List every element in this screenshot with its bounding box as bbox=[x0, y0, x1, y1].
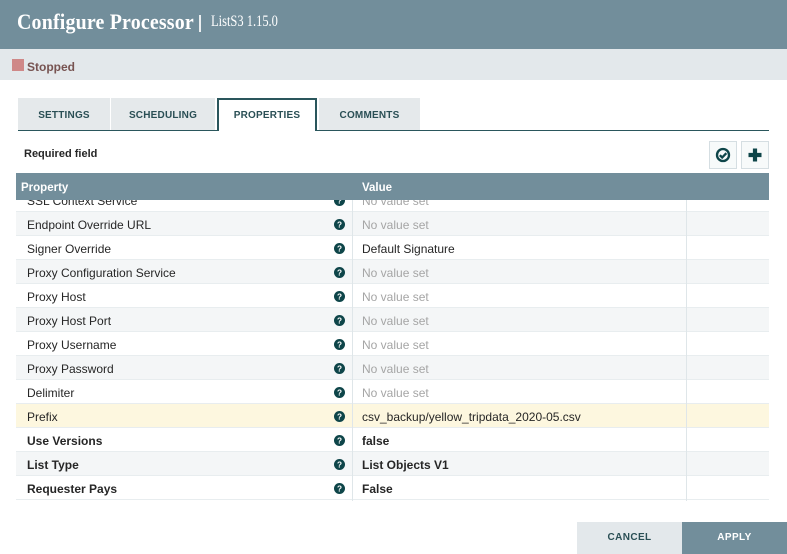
svg-text:?: ? bbox=[337, 200, 342, 205]
svg-text:?: ? bbox=[337, 364, 342, 373]
svg-text:?: ? bbox=[337, 388, 342, 397]
svg-text:?: ? bbox=[337, 244, 342, 253]
svg-text:?: ? bbox=[337, 484, 342, 493]
svg-text:?: ? bbox=[337, 460, 342, 469]
svg-text:?: ? bbox=[337, 220, 342, 229]
svg-text:?: ? bbox=[337, 412, 342, 421]
svg-text:?: ? bbox=[337, 268, 342, 277]
svg-text:?: ? bbox=[337, 340, 342, 349]
svg-text:?: ? bbox=[337, 292, 342, 301]
svg-text:?: ? bbox=[337, 316, 342, 325]
svg-text:?: ? bbox=[337, 436, 342, 445]
